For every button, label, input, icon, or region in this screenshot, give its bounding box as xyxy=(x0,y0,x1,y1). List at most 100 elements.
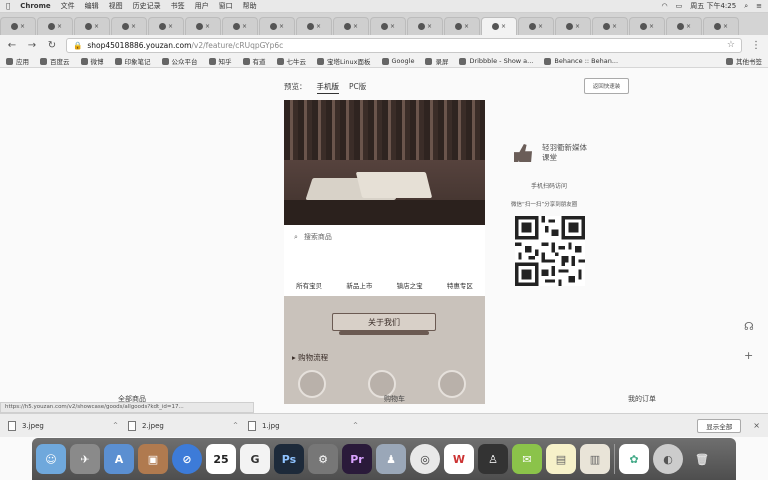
banner-image[interactable] xyxy=(284,100,485,225)
nav-all-goods[interactable]: 所有宝贝 xyxy=(296,280,322,290)
close-tab-icon[interactable]: × xyxy=(57,23,62,30)
appstore-icon[interactable]: A xyxy=(104,444,134,474)
close-tab-icon[interactable]: × xyxy=(390,23,395,30)
close-tab-icon[interactable]: × xyxy=(205,23,210,30)
bookmark-item[interactable]: 有道 xyxy=(242,56,266,66)
about-us-button[interactable]: 关于我们 xyxy=(332,313,436,335)
browser-tab[interactable]: × xyxy=(0,17,36,35)
chrome-icon[interactable]: ◎ xyxy=(410,444,440,474)
back-icon[interactable]: ← xyxy=(6,40,18,51)
bookmark-item[interactable]: 印象笔记 xyxy=(114,56,151,66)
close-tab-icon[interactable]: × xyxy=(316,23,321,30)
download-item[interactable]: 3.jpeg ^ xyxy=(8,420,128,431)
tab-pc[interactable]: PC版 xyxy=(349,81,366,94)
apple-icon[interactable]:  xyxy=(6,2,10,10)
bookmark-item[interactable]: 公众平台 xyxy=(161,56,198,66)
browser-tab[interactable]: × xyxy=(629,17,665,35)
download-item[interactable]: 1.jpg ^ xyxy=(248,420,368,431)
battery-icon[interactable]: ▭ xyxy=(676,2,683,10)
close-icon[interactable]: × xyxy=(753,421,760,430)
safari-icon[interactable]: ⊘ xyxy=(172,444,202,474)
close-tab-icon[interactable]: × xyxy=(723,23,728,30)
close-tab-icon[interactable]: × xyxy=(279,23,284,30)
menu-file[interactable]: 文件 xyxy=(61,1,75,11)
secure-lock-icon[interactable]: 🔒 xyxy=(73,41,82,50)
menu-kebab-icon[interactable]: ⋮ xyxy=(750,40,762,51)
close-tab-icon[interactable]: × xyxy=(686,23,691,30)
keynote-icon[interactable]: ♟ xyxy=(376,444,406,474)
menu-bookmarks[interactable]: 书签 xyxy=(171,1,185,11)
app-menu[interactable]: Chrome xyxy=(20,2,50,10)
chevron-up-icon[interactable]: ^ xyxy=(113,422,118,429)
trash-icon[interactable]: 🗑 xyxy=(687,444,717,474)
browser-tab[interactable]: × xyxy=(666,17,702,35)
browser-tab[interactable]: × xyxy=(74,17,110,35)
bookmark-item[interactable]: 知乎 xyxy=(208,56,232,66)
bookmark-item[interactable]: Google xyxy=(381,57,414,65)
bookmark-item[interactable]: 百度云 xyxy=(40,56,70,66)
address-bar[interactable]: 🔒 shop45018886.youzan.com/v2/feature/cRU… xyxy=(66,37,742,53)
wifi-icon[interactable]: ◠ xyxy=(662,2,668,10)
browser-tab[interactable]: × xyxy=(592,17,628,35)
close-tab-icon[interactable]: × xyxy=(575,23,580,30)
chevron-up-icon[interactable]: ^ xyxy=(353,422,358,429)
browser-tab[interactable]: × xyxy=(148,17,184,35)
settings-icon[interactable]: ⚙ xyxy=(308,444,338,474)
chevron-up-icon[interactable]: ^ xyxy=(233,422,238,429)
menu-history[interactable]: 历史记录 xyxy=(133,1,161,11)
close-tab-icon[interactable]: × xyxy=(353,23,358,30)
qq-icon[interactable]: ♙ xyxy=(478,444,508,474)
notes-icon[interactable]: ▤ xyxy=(546,444,576,474)
close-tab-icon[interactable]: × xyxy=(242,23,247,30)
browser-tab[interactable]: × xyxy=(333,17,369,35)
bookmark-item[interactable]: 录屏 xyxy=(425,56,448,66)
bookmark-item[interactable]: 七牛云 xyxy=(276,56,306,66)
photoshop-icon[interactable]: Ps xyxy=(274,444,304,474)
wps-icon[interactable]: W xyxy=(444,444,474,474)
browser-tab[interactable]: × xyxy=(259,17,295,35)
close-tab-icon[interactable]: × xyxy=(538,23,543,30)
tab-cart[interactable]: 购物车 xyxy=(384,394,405,404)
evernote-icon[interactable]: ◐ xyxy=(653,444,683,474)
nav-new-arrivals[interactable]: 新品上市 xyxy=(346,280,372,290)
clock[interactable]: 周五 下午4:25 xyxy=(690,1,736,11)
menu-people[interactable]: 用户 xyxy=(195,1,209,11)
menu-edit[interactable]: 编辑 xyxy=(85,1,99,11)
browser-tab[interactable]: × xyxy=(185,17,221,35)
browser-tab[interactable]: × xyxy=(222,17,258,35)
bookmark-item[interactable]: Dribbble - Show a... xyxy=(459,57,533,65)
mindmap-icon[interactable]: ✿ xyxy=(619,444,649,474)
close-tab-icon[interactable]: × xyxy=(501,23,506,30)
reload-icon[interactable]: ↻ xyxy=(46,40,58,51)
browser-tab[interactable]: × xyxy=(444,17,480,35)
bookmark-apps[interactable]: 应用 xyxy=(6,56,29,66)
close-tab-icon[interactable]: × xyxy=(131,23,136,30)
browser-tab[interactable]: × xyxy=(296,17,332,35)
download-item[interactable]: 2.jpeg ^ xyxy=(128,420,248,431)
forward-icon[interactable]: → xyxy=(26,40,38,51)
calendar-icon[interactable]: 25 xyxy=(206,444,236,474)
close-tab-icon[interactable]: × xyxy=(612,23,617,30)
tab-mobile[interactable]: 手机版 xyxy=(316,81,339,94)
menu-view[interactable]: 视图 xyxy=(109,1,123,11)
return-button[interactable]: 返回快速装 xyxy=(584,78,629,94)
search-bar[interactable]: ⌕ 搜索商品 xyxy=(294,232,332,242)
tab-my-orders[interactable]: 我的订单 xyxy=(628,394,656,404)
customer-service-icon[interactable]: ☊ xyxy=(744,320,754,333)
browser-tab[interactable]: × xyxy=(37,17,73,35)
add-icon[interactable]: + xyxy=(744,349,754,362)
nav-featured[interactable]: 镇店之宝 xyxy=(397,280,423,290)
browser-tab-active[interactable]: × xyxy=(481,17,517,35)
browser-tab[interactable]: × xyxy=(518,17,554,35)
bookmark-item[interactable]: Behance :: Behan... xyxy=(544,57,618,65)
premiere-icon[interactable]: Pr xyxy=(342,444,372,474)
bookshelf-icon[interactable]: ▥ xyxy=(580,444,610,474)
wechat-icon[interactable]: ✉ xyxy=(512,444,542,474)
notification-icon[interactable]: ≡ xyxy=(756,2,762,10)
search-input[interactable]: 搜索商品 xyxy=(304,232,332,242)
spotlight-icon[interactable]: ⌕ xyxy=(744,2,748,11)
close-tab-icon[interactable]: × xyxy=(464,23,469,30)
browser-tab[interactable]: × xyxy=(370,17,406,35)
other-bookmarks[interactable]: 其他书签 xyxy=(726,56,762,66)
menu-help[interactable]: 帮助 xyxy=(243,1,257,11)
